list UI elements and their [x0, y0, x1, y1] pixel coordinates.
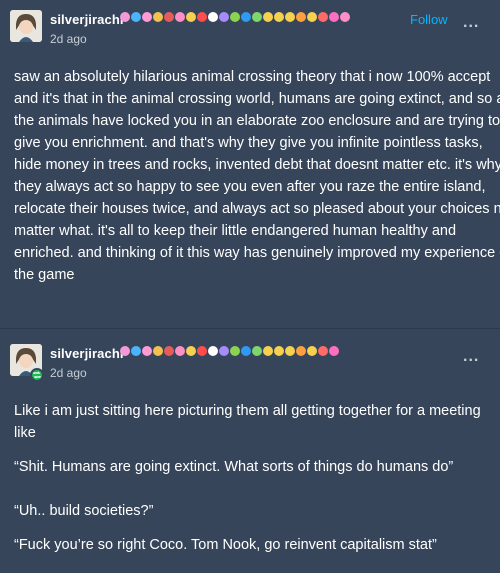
- badge-icon[interactable]: [318, 346, 328, 356]
- badge-row: [120, 346, 339, 356]
- badge-icon[interactable]: [329, 346, 339, 356]
- badge-icon[interactable]: [307, 12, 317, 22]
- post-header: silverjirachi Follow 2d ago ...: [0, 0, 500, 56]
- badge-icon[interactable]: [318, 12, 328, 22]
- post-1: silverjirachi Follow 2d ago ... saw an a…: [0, 0, 500, 283]
- badge-icon[interactable]: [230, 346, 240, 356]
- badge-icon[interactable]: [252, 12, 262, 22]
- username[interactable]: silverjirachi: [50, 346, 124, 361]
- badge-icon[interactable]: [164, 12, 174, 22]
- badge-icon[interactable]: [175, 12, 185, 22]
- badge-icon[interactable]: [175, 346, 185, 356]
- badge-icon[interactable]: [241, 12, 251, 22]
- badge-icon[interactable]: [219, 346, 229, 356]
- badge-icon[interactable]: [340, 12, 350, 22]
- badge-icon[interactable]: [208, 346, 218, 356]
- badge-icon[interactable]: [274, 12, 284, 22]
- avatar[interactable]: [10, 10, 42, 42]
- badge-icon[interactable]: [120, 346, 130, 356]
- badge-icon[interactable]: [274, 346, 284, 356]
- more-options-icon[interactable]: ...: [463, 348, 479, 366]
- post-body: saw an absolutely hilarious animal cross…: [14, 69, 500, 283]
- post-divider: [0, 328, 500, 329]
- badge-icon[interactable]: [296, 12, 306, 22]
- badge-icon[interactable]: [285, 346, 295, 356]
- badge-icon[interactable]: [153, 12, 163, 22]
- badge-icon[interactable]: [153, 346, 163, 356]
- badge-icon[interactable]: [263, 346, 273, 356]
- badge-icon[interactable]: [186, 346, 196, 356]
- post-paragraph: “Uh.. build societies?”: [14, 503, 154, 519]
- badge-icon[interactable]: [263, 12, 273, 22]
- badge-icon[interactable]: [329, 12, 339, 22]
- more-options-icon[interactable]: ...: [463, 14, 479, 32]
- post-2: silverjirachi 2d ago ... Like i am just …: [0, 334, 500, 553]
- badge-icon[interactable]: [142, 346, 152, 356]
- badge-icon[interactable]: [131, 346, 141, 356]
- badge-icon[interactable]: [219, 12, 229, 22]
- badge-icon[interactable]: [186, 12, 196, 22]
- post-timestamp[interactable]: 2d ago: [50, 32, 87, 46]
- username[interactable]: silverjirachi: [50, 12, 124, 27]
- badge-icon[interactable]: [197, 346, 207, 356]
- post-header: silverjirachi 2d ago ...: [0, 334, 500, 390]
- follow-button[interactable]: Follow: [410, 12, 448, 27]
- post-paragraph: “Shit. Humans are going extinct. What so…: [14, 459, 454, 475]
- badge-icon[interactable]: [296, 346, 306, 356]
- post-paragraph: Like i am just sitting here picturing th…: [14, 403, 481, 441]
- badge-icon[interactable]: [285, 12, 295, 22]
- reblog-icon: [30, 368, 44, 382]
- badge-icon[interactable]: [307, 346, 317, 356]
- badge-row: [120, 12, 350, 22]
- badge-icon[interactable]: [142, 12, 152, 22]
- badge-icon[interactable]: [230, 12, 240, 22]
- badge-icon[interactable]: [252, 346, 262, 356]
- badge-icon[interactable]: [164, 346, 174, 356]
- post-timestamp[interactable]: 2d ago: [50, 366, 87, 380]
- badge-icon[interactable]: [197, 12, 207, 22]
- badge-icon[interactable]: [208, 12, 218, 22]
- badge-icon[interactable]: [131, 12, 141, 22]
- badge-icon[interactable]: [241, 346, 251, 356]
- post-paragraph: “Fuck you’re so right Coco. Tom Nook, go…: [14, 537, 437, 553]
- badge-icon[interactable]: [120, 12, 130, 22]
